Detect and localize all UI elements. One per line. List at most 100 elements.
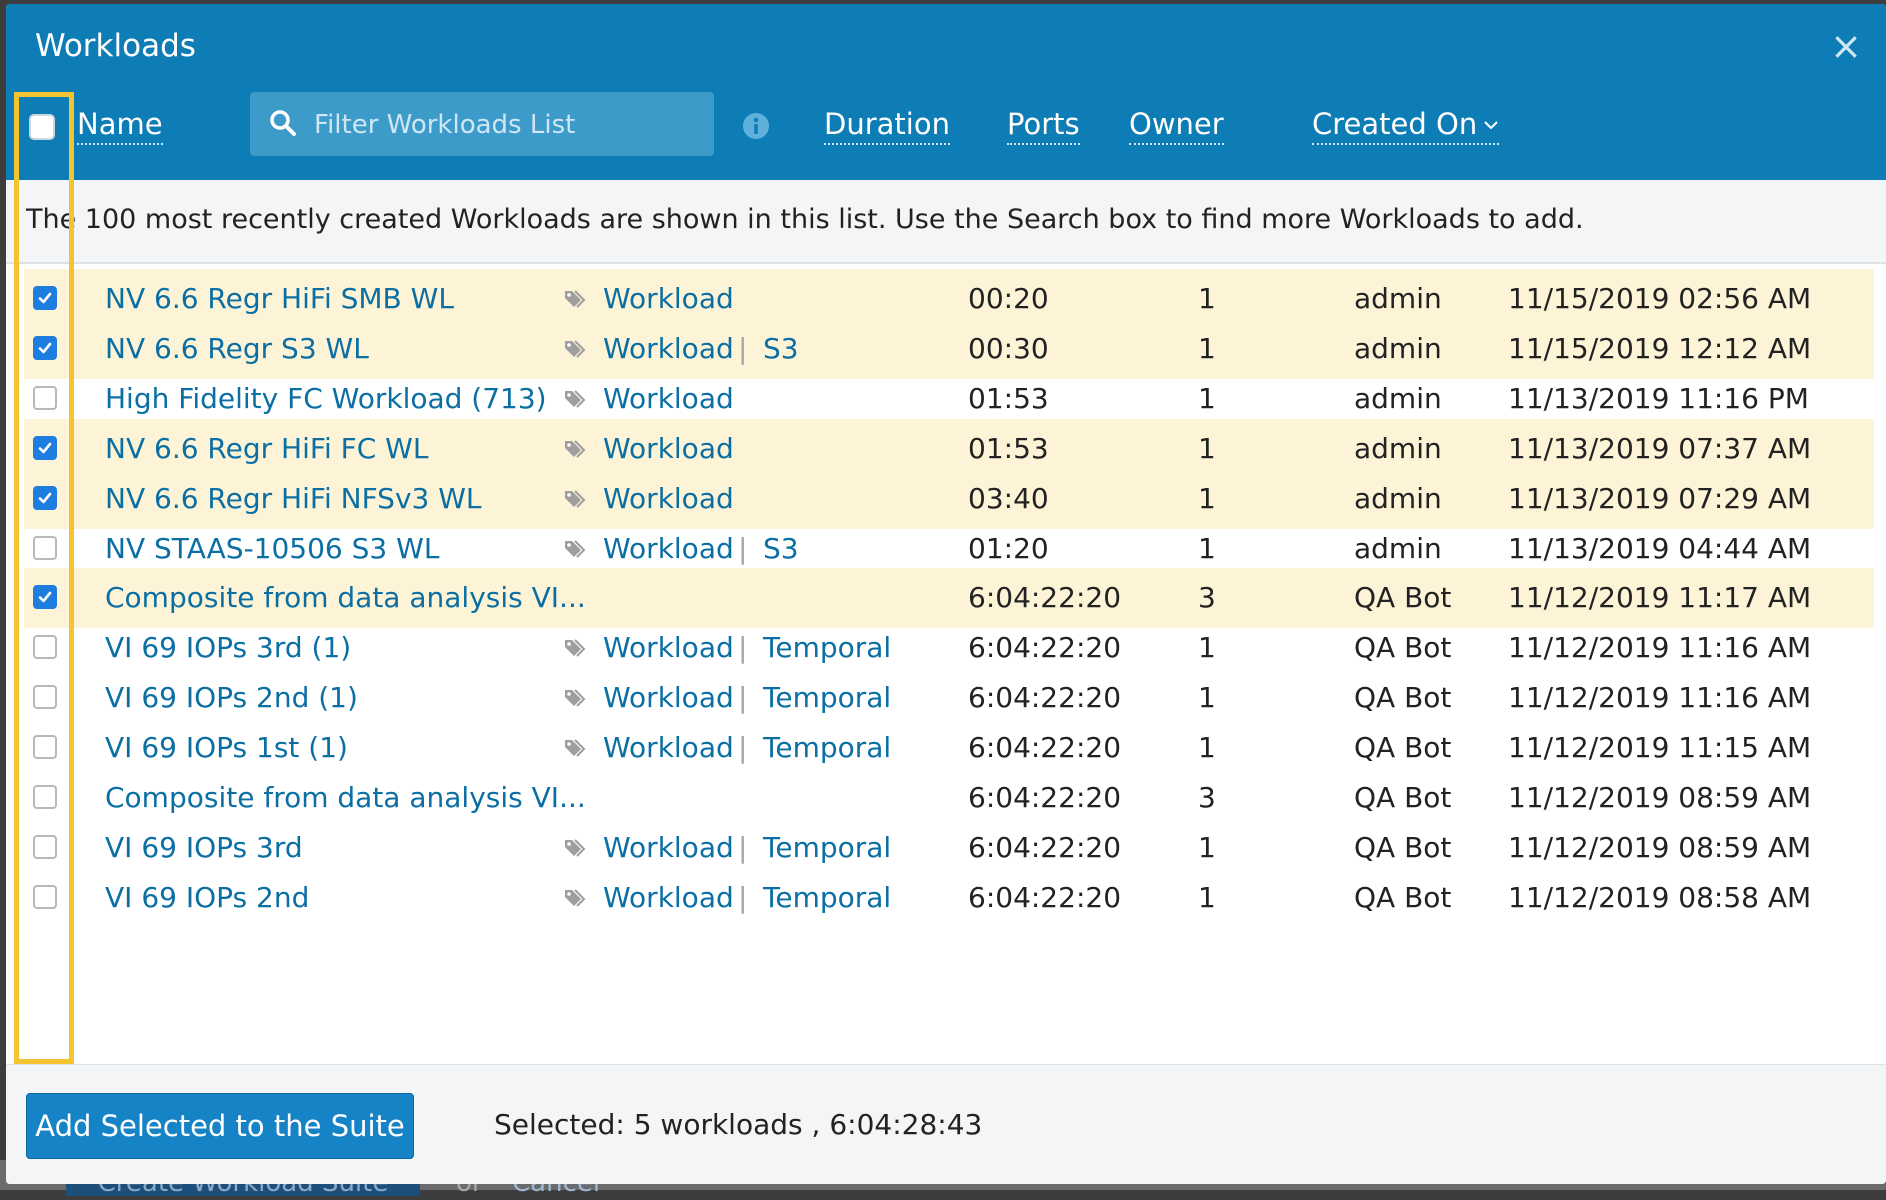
- workload-name-link[interactable]: High Fidelity FC Workload (713): [105, 379, 547, 419]
- row-checkbox[interactable]: [33, 884, 57, 909]
- row-checkbox[interactable]: [33, 485, 57, 510]
- row-checkbox[interactable]: [33, 635, 57, 660]
- column-header-duration[interactable]: Duration: [824, 106, 950, 145]
- tag-icon: [565, 539, 586, 558]
- row-checkbox[interactable]: [33, 685, 57, 710]
- tag-link[interactable]: Workload: [603, 828, 734, 868]
- workload-name-link[interactable]: VI 69 IOPs 3rd (1): [105, 628, 351, 668]
- row-checkbox[interactable]: [33, 535, 57, 560]
- created-on-value: 11/13/2019 07:37 AM: [1508, 431, 1812, 465]
- row-checkbox[interactable]: [33, 435, 57, 460]
- row-checkbox[interactable]: [33, 335, 57, 360]
- close-icon[interactable]: ×: [1830, 26, 1862, 66]
- owner-value: admin: [1354, 481, 1442, 515]
- tag-link[interactable]: Workload: [603, 329, 734, 369]
- row-checkbox[interactable]: [33, 834, 57, 859]
- owner-value: QA Bot: [1354, 681, 1452, 715]
- tag-link[interactable]: Workload: [603, 379, 734, 419]
- tag-link[interactable]: Workload: [603, 728, 734, 768]
- row-checkbox[interactable]: [33, 735, 57, 760]
- workload-name-link[interactable]: Composite from data analysis VI...: [105, 778, 586, 818]
- workload-name-link[interactable]: NV 6.6 Regr HiFi SMB WL: [105, 279, 454, 319]
- owner-value: QA Bot: [1354, 781, 1452, 814]
- workload-name-link[interactable]: Composite from data analysis VI...: [105, 578, 586, 618]
- tag-link[interactable]: Workload: [603, 628, 734, 668]
- workload-name-link[interactable]: VI 69 IOPs 1st (1): [105, 728, 348, 768]
- ports-value: 1: [1198, 381, 1216, 415]
- ports-value: 1: [1198, 631, 1216, 665]
- duration-value: 6:04:22:20: [968, 681, 1122, 715]
- select-all-checkbox[interactable]: [29, 114, 55, 140]
- tag-link[interactable]: Workload: [603, 429, 734, 469]
- tag-separator: |: [738, 880, 748, 914]
- column-header-ports[interactable]: Ports: [1007, 106, 1080, 145]
- tag-icon: [565, 340, 586, 358]
- owner-value: QA Bot: [1354, 581, 1452, 615]
- created-on-value: 11/12/2019 08:59 AM: [1508, 781, 1812, 814]
- owner-value: QA Bot: [1354, 880, 1452, 914]
- owner-value: QA Bot: [1354, 631, 1452, 665]
- ports-value: 1: [1198, 731, 1216, 765]
- created-on-value: 11/12/2019 08:59 AM: [1508, 830, 1812, 864]
- row-checkbox[interactable]: [33, 286, 57, 310]
- tag-link[interactable]: Temporal: [763, 828, 891, 868]
- tag-link[interactable]: Temporal: [763, 728, 891, 768]
- ports-value: 1: [1198, 331, 1216, 365]
- column-header-name[interactable]: Name: [77, 106, 163, 145]
- tag-icon: [565, 689, 586, 707]
- row-checkbox[interactable]: [33, 585, 57, 610]
- column-header-created-on[interactable]: Created On: [1312, 106, 1500, 145]
- duration-value: 00:20: [968, 282, 1049, 315]
- workload-name-link[interactable]: VI 69 IOPs 2nd (1): [105, 678, 358, 718]
- tag-separator: |: [738, 331, 748, 365]
- tag-icon: [565, 390, 586, 408]
- created-on-value: 11/12/2019 11:16 AM: [1508, 681, 1812, 715]
- duration-value: 00:30: [968, 331, 1049, 365]
- tag-separator: |: [738, 830, 748, 864]
- duration-value: 03:40: [968, 481, 1049, 515]
- tag-link[interactable]: Workload: [603, 279, 734, 319]
- tag-link[interactable]: Workload: [603, 878, 734, 918]
- tag-link[interactable]: Temporal: [763, 878, 891, 918]
- search-icon: [270, 110, 296, 136]
- ports-value: 1: [1198, 282, 1216, 315]
- tag-link[interactable]: Temporal: [763, 678, 891, 718]
- tag-link[interactable]: Workload: [603, 529, 734, 569]
- created-on-value: 11/13/2019 11:16 PM: [1508, 381, 1809, 415]
- tag-icon: [565, 439, 586, 458]
- ports-value: 1: [1198, 531, 1216, 565]
- tag-link[interactable]: S3: [763, 329, 799, 369]
- created-on-value: 11/13/2019 04:44 AM: [1508, 531, 1812, 565]
- tag-icon: [565, 889, 586, 907]
- ports-value: 1: [1198, 830, 1216, 864]
- column-header-owner[interactable]: Owner: [1129, 106, 1224, 145]
- column-header-created-on-label: Created On: [1312, 107, 1478, 141]
- tag-separator: |: [738, 681, 748, 715]
- row-checkbox[interactable]: [33, 385, 57, 410]
- workload-name-link[interactable]: VI 69 IOPs 2nd: [105, 878, 309, 918]
- tag-link[interactable]: Workload: [603, 678, 734, 718]
- workload-name-link[interactable]: NV 6.6 Regr HiFi FC WL: [105, 429, 428, 469]
- add-selected-button[interactable]: Add Selected to the Suite: [26, 1093, 414, 1159]
- filter-workloads-input[interactable]: [312, 100, 706, 150]
- duration-value: 01:53: [968, 381, 1049, 415]
- table-row[interactable]: VI 69 IOPs 2nd Workload | Temporal 6:04:22:2…: [24, 868, 1874, 928]
- tag-icon: [565, 639, 586, 658]
- workload-name-link[interactable]: NV 6.6 Regr S3 WL: [105, 329, 369, 369]
- row-checkbox[interactable]: [33, 785, 57, 809]
- tag-separator: |: [738, 531, 748, 565]
- workload-name-link[interactable]: NV 6.6 Regr HiFi NFSv3 WL: [105, 479, 482, 519]
- tag-icon: [565, 290, 586, 308]
- ports-value: 1: [1198, 481, 1216, 515]
- created-on-value: 11/12/2019 11:15 AM: [1508, 731, 1812, 765]
- duration-value: 6:04:22:20: [968, 781, 1122, 814]
- duration-value: 6:04:22:20: [968, 731, 1122, 765]
- info-icon[interactable]: [742, 112, 770, 140]
- tag-link[interactable]: S3: [763, 529, 799, 569]
- chevron-down-icon: [1484, 121, 1498, 130]
- workload-name-link[interactable]: NV STAAS-10506 S3 WL: [105, 529, 439, 569]
- workload-name-link[interactable]: VI 69 IOPs 3rd: [105, 828, 303, 868]
- tag-link[interactable]: Workload: [603, 479, 734, 519]
- workloads-modal: Workloads × Name Duration Ports Owner Cr…: [6, 4, 1886, 1184]
- tag-link[interactable]: Temporal: [763, 628, 891, 668]
